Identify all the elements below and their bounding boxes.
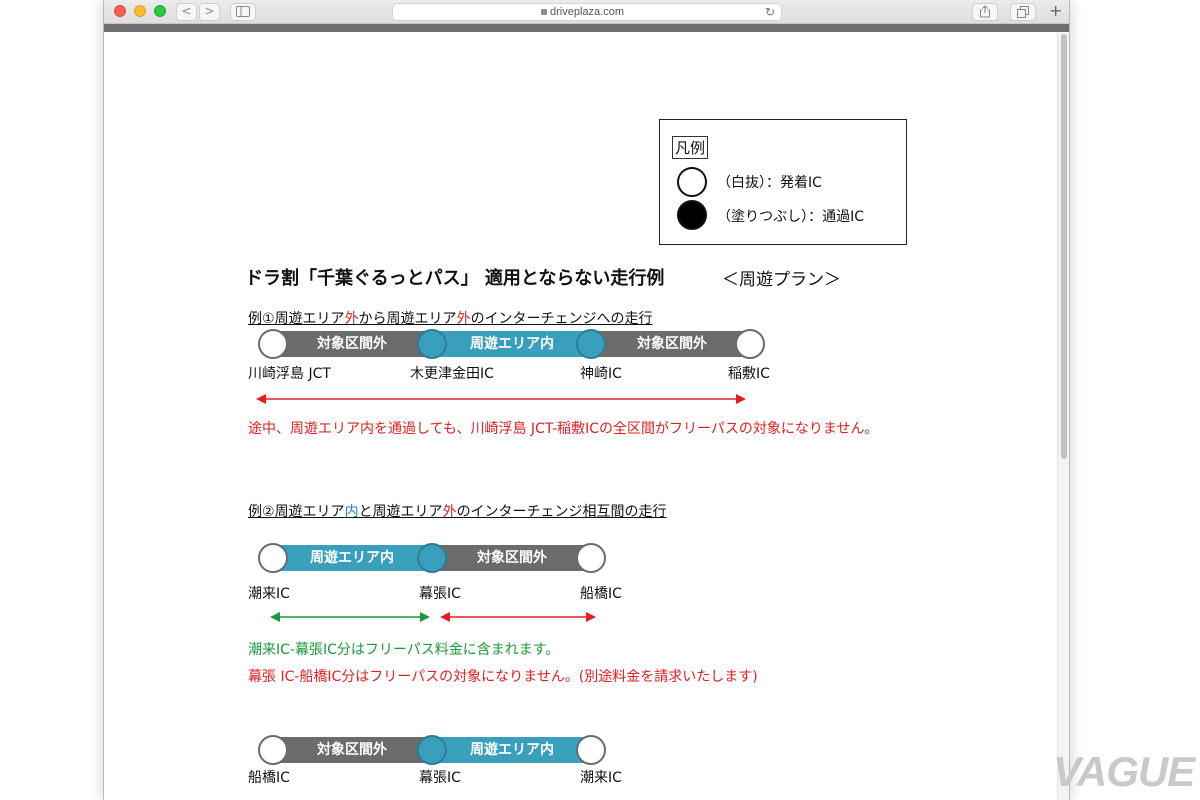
ic-node-open <box>258 329 288 359</box>
heading-highlight: 外 <box>456 311 471 327</box>
minimize-window-button[interactable] <box>134 5 146 17</box>
segment-inside: 周遊エリア内 <box>432 737 592 763</box>
example2-note-red: 幕張 IC-船橋IC分はフリーパスの対象になりません。(別途料金を請求いたします… <box>248 669 758 685</box>
example1-heading: 例①周遊エリア外から周遊エリア外のインターチェンジへの走行 <box>248 308 653 328</box>
ic-label: 船橋IC <box>248 770 290 786</box>
ic-node-open <box>735 329 765 359</box>
ic-label: 潮来IC <box>248 586 290 602</box>
forward-button[interactable]: > <box>199 3 220 21</box>
new-tab-button[interactable]: + <box>1049 2 1062 20</box>
legend-box: 凡例 （白抜）：発着IC （塗りつぶし）：通過IC <box>659 119 907 245</box>
filled-circle-icon <box>677 200 707 230</box>
address-bar[interactable]: driveplaza.com ↻ <box>392 3 782 21</box>
heading-highlight: 内 <box>344 504 359 520</box>
ic-label: 船橋IC <box>580 586 622 602</box>
legend-open-circle-text: （白抜）：発着IC <box>717 175 822 191</box>
tabs-overview-button[interactable] <box>1010 3 1036 21</box>
sidebar-toggle-button[interactable] <box>230 3 256 21</box>
heading-part: 周遊エリア <box>274 504 345 520</box>
ic-label: 川崎浮島 JCT <box>248 366 331 382</box>
ic-node-pass <box>576 329 606 359</box>
segment-outside: 対象区間外 <box>592 331 752 357</box>
ic-node-pass <box>417 735 447 765</box>
segment-inside: 周遊エリア内 <box>432 331 592 357</box>
reload-icon[interactable]: ↻ <box>765 5 775 19</box>
ic-label: 木更津金田IC <box>410 366 494 382</box>
chevron-right-icon: > <box>204 4 215 18</box>
back-button[interactable]: < <box>176 3 197 21</box>
segment-outside: 対象区間外 <box>272 737 432 763</box>
example2-heading: 例②周遊エリア内と周遊エリア外のインターチェンジ相互間の走行 <box>248 501 667 521</box>
vertical-scrollbar[interactable] <box>1057 32 1069 800</box>
page-subtitle: ＜周遊プラン＞ <box>722 270 841 290</box>
page-content: 凡例 （白抜）：発着IC （塗りつぶし）：通過IC ドラ割「千葉ぐるっとパス」 … <box>110 32 1055 800</box>
heading-prefix: 例① <box>248 311 275 327</box>
ic-label: 神崎IC <box>580 366 622 382</box>
page-title: ドラ割「千葉ぐるっとパス」 適用とならない走行例 <box>245 268 665 289</box>
open-circle-icon <box>677 167 707 197</box>
segment-inside: 周遊エリア内 <box>272 545 432 571</box>
ic-node-open <box>258 543 288 573</box>
chevron-left-icon: < <box>181 4 192 18</box>
heading-part: と周遊エリア <box>358 504 443 520</box>
heading-highlight: 外 <box>442 504 457 520</box>
segment-outside: 対象区間外 <box>272 331 432 357</box>
browser-window: < > driveplaza.com ↻ + 凡例 （白抜）：発着IC （塗りつ… <box>103 0 1070 800</box>
heading-part: のインターチェンジへの走行 <box>470 311 653 327</box>
sidebar-icon <box>236 6 250 17</box>
ic-label: 幕張IC <box>419 586 461 602</box>
tabs-icon <box>1017 6 1029 18</box>
range-arrow-red <box>256 394 746 404</box>
ic-node-open <box>576 543 606 573</box>
ic-node-open <box>258 735 288 765</box>
legend-title: 凡例 <box>672 136 709 159</box>
watermark-logo: VAGUE <box>1053 748 1195 795</box>
segment-outside: 対象区間外 <box>432 545 592 571</box>
example1-note: 途中、周遊エリア内を通過しても、川崎浮島 JCT-稲敷ICの全区間がフリーパスの… <box>248 421 879 437</box>
url-text: driveplaza.com <box>550 6 624 18</box>
zoom-window-button[interactable] <box>154 5 166 17</box>
heading-part: から周遊エリア <box>358 311 457 327</box>
ic-node-pass <box>417 543 447 573</box>
share-icon <box>980 5 990 18</box>
toolbar-shadow-strip <box>104 24 1069 32</box>
ic-node-pass <box>417 329 447 359</box>
ic-label: 稲敷IC <box>728 366 770 382</box>
ic-label: 潮来IC <box>580 770 622 786</box>
heading-part: のインターチェンジ相互間の走行 <box>456 504 667 520</box>
ic-label: 幕張IC <box>419 770 461 786</box>
legend-filled-circle-text: （塗りつぶし）：通過IC <box>717 209 865 225</box>
heading-part: 周遊エリア <box>274 311 345 327</box>
range-arrow-red <box>440 612 596 622</box>
screenshot: < > driveplaza.com ↻ + 凡例 （白抜）：発着IC （塗りつ… <box>0 0 1200 800</box>
example2-note-green: 潮来IC-幕張IC分はフリーパス料金に含まれます。 <box>248 642 560 658</box>
range-arrow-green <box>270 612 430 622</box>
title-bar: < > driveplaza.com ↻ + <box>104 0 1069 24</box>
close-window-button[interactable] <box>114 5 126 17</box>
heading-highlight: 外 <box>344 311 359 327</box>
share-button[interactable] <box>972 3 998 21</box>
ic-node-open <box>576 735 606 765</box>
scrollbar-thumb[interactable] <box>1061 34 1067 459</box>
heading-prefix: 例② <box>248 504 275 520</box>
